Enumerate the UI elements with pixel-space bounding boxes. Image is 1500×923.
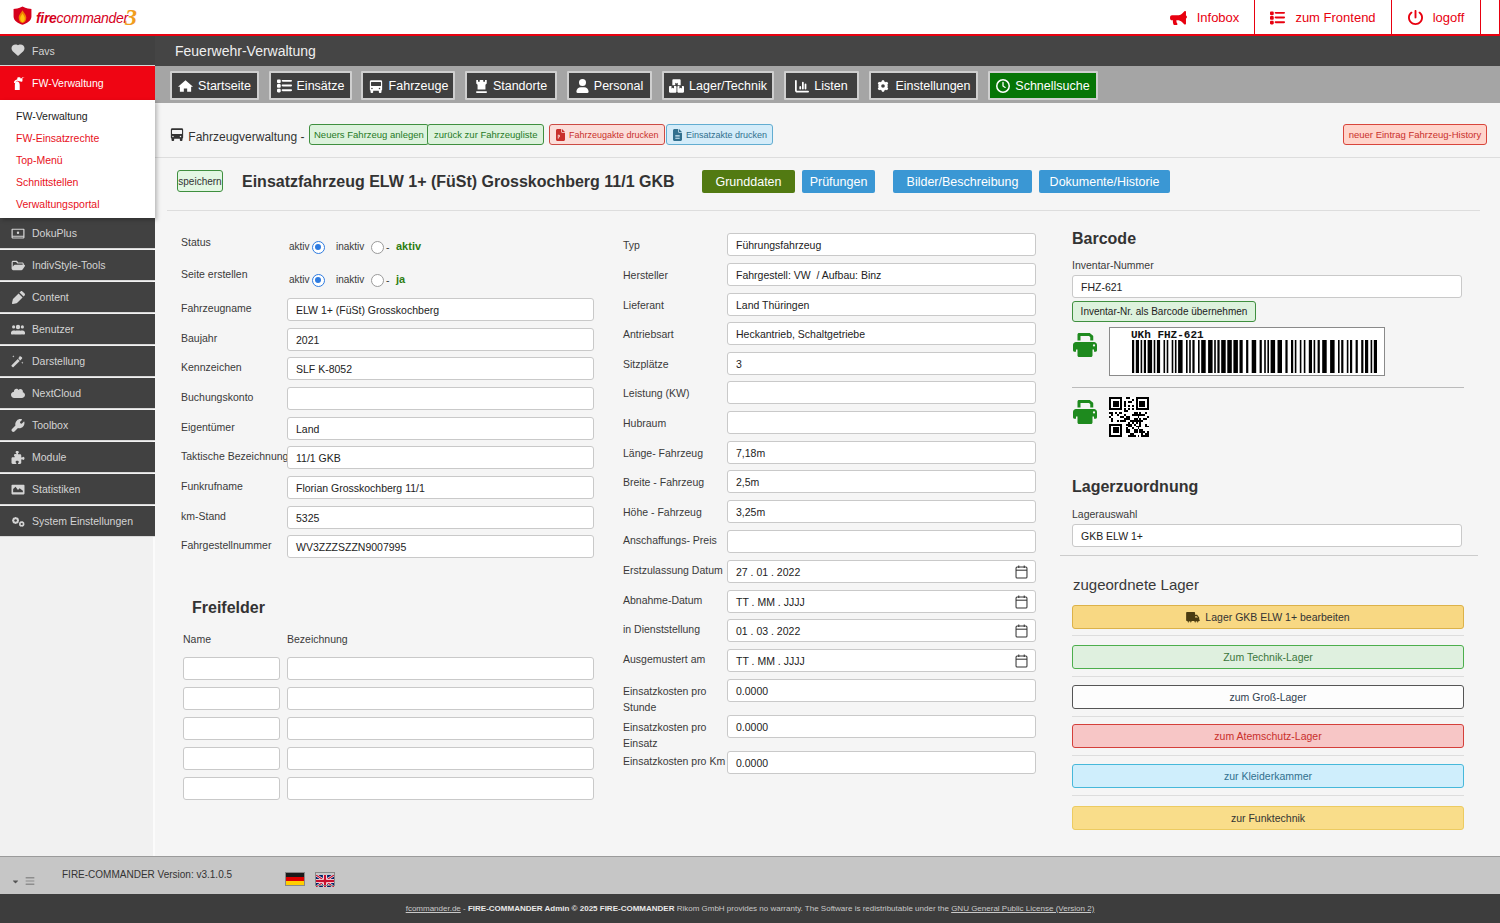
svg-text:UKh FHZ-621: UKh FHZ-621	[1131, 329, 1204, 341]
